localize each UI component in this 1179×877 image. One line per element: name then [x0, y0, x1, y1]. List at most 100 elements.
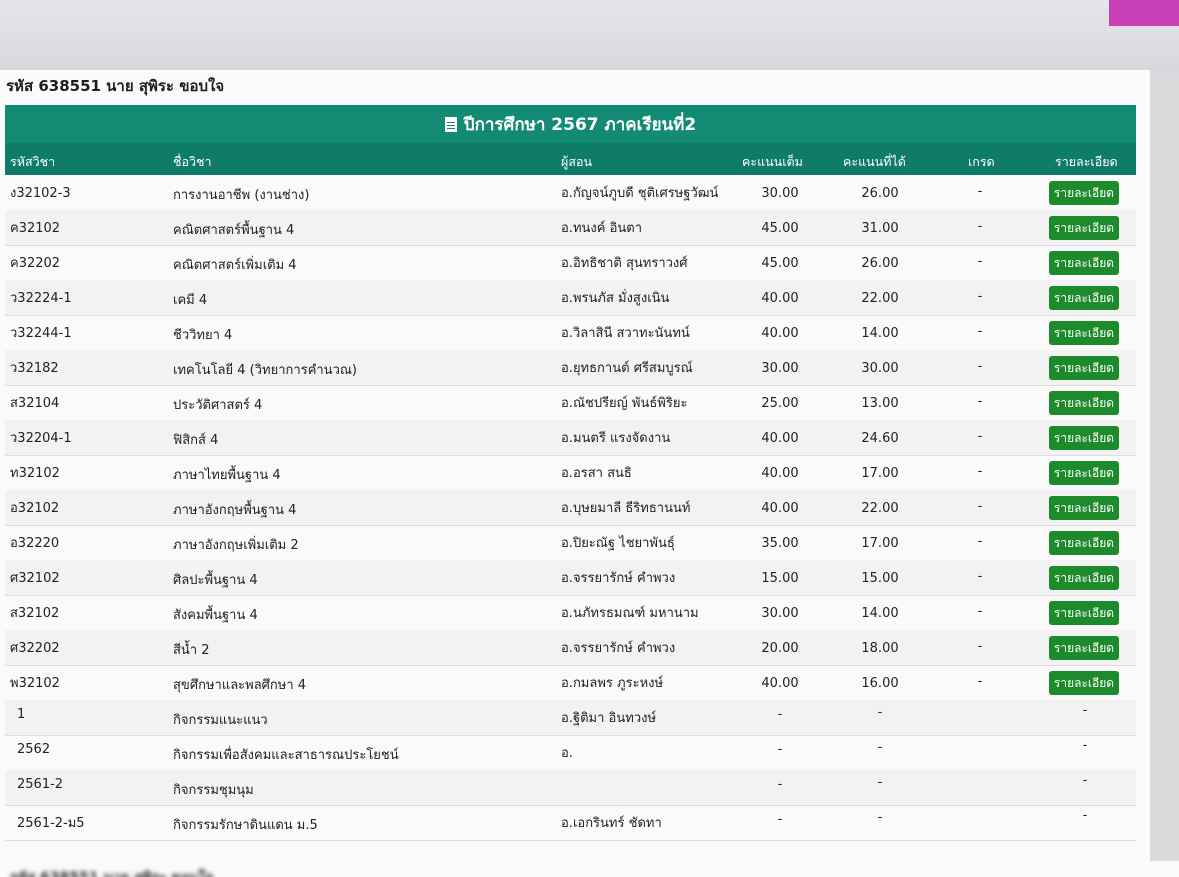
grade: -: [977, 254, 983, 269]
detail-button[interactable]: รายละเอียด: [1049, 321, 1119, 345]
teacher-name: อ.กมลพร ภูระหงษ์: [561, 676, 664, 691]
activity-name: กิจกรรมแนะแนว: [173, 713, 268, 728]
teacher-name: อ.อิทธิชาติ สุนทราวงศ์: [561, 256, 688, 271]
table-row: ว32204-1 ฟิสิกส์ 4 อ.มนตรี แรงจัดงาน 40.00 2…: [5, 420, 1136, 456]
earned-score: 26.00: [861, 186, 899, 201]
earned-score: 17.00: [861, 466, 899, 481]
document-icon: [444, 116, 457, 132]
full-score: -: [777, 742, 783, 757]
activity-row: 2562 กิจกรรมเพื่อสังคมและสาธารณประโยชน์ อ.…: [5, 735, 1136, 771]
earned-score: 13.00: [861, 396, 899, 411]
subject-name: ประวัติศาสตร์ 4: [173, 398, 263, 413]
detail-button[interactable]: รายละเอียด: [1049, 216, 1119, 240]
detail-button[interactable]: รายละเอียด: [1049, 391, 1119, 415]
teacher-name: อ.พรนภัส มั่งสูงเนิน: [561, 291, 670, 306]
table-row: อ32102 ภาษาอังกฤษพื้นฐาน 4 อ.บุษยมาลี ธีริ…: [5, 490, 1136, 526]
term-title: ปีการศึกษา 2567 ภาคเรียนที่2: [463, 114, 697, 135]
subject-code: ง32102-3: [10, 186, 71, 201]
earned-score: -: [877, 775, 883, 790]
detail-button[interactable]: รายละเอียด: [1049, 496, 1119, 520]
teacher-name: อ.ฐิติมา อินทวงษ์: [561, 711, 657, 726]
table-row: ศ32102 ศิลปะพื้นฐาน 4 อ.จรรยารักษ์ คำพวง 15…: [5, 560, 1136, 596]
detail-button[interactable]: รายละเอียด: [1049, 181, 1119, 205]
subject-code: ส32102: [10, 606, 60, 621]
earned-score: 14.00: [861, 326, 899, 341]
subject-code: ส32104: [10, 396, 60, 411]
earned-score: 24.60: [861, 431, 899, 446]
detail-button[interactable]: รายละเอียด: [1049, 671, 1119, 695]
grade: -: [977, 289, 983, 304]
activity-row: 1 กิจกรรมแนะแนว อ.ฐิติมา อินทวงษ์ - - -: [5, 700, 1136, 736]
col-score: คะแนนที่ได้: [843, 154, 906, 169]
grade: -: [977, 324, 983, 339]
full-score: 40.00: [761, 291, 799, 306]
earned-score: 22.00: [861, 501, 899, 516]
subject-code: ว32244-1: [10, 326, 72, 341]
table-header: รหัสวิชา ชื่อวิชา ผู้สอน คะแนนเต็ม คะแนน…: [5, 143, 1136, 175]
earned-score: 22.00: [861, 291, 899, 306]
full-score: 25.00: [761, 396, 799, 411]
full-score: 40.00: [761, 466, 799, 481]
detail-button[interactable]: รายละเอียด: [1049, 286, 1119, 310]
earned-score: 16.00: [861, 676, 899, 691]
activity-name: กิจกรรมเพื่อสังคมและสาธารณประโยชน์: [173, 748, 399, 763]
subject-name: ภาษาอังกฤษเพิ่มเติม 2: [173, 538, 299, 553]
subject-code: ศ32102: [10, 571, 60, 586]
subject-code: ว32204-1: [10, 431, 72, 446]
subject-name: คณิตศาสตร์เพิ่มเติม 4: [173, 258, 297, 273]
table-row: ง32102-3 การงานอาชีพ (งานช่าง) อ.กัญจน์ภูบ…: [5, 175, 1136, 211]
subject-name: เทคโนโลยี 4 (วิทยาการคำนวณ): [173, 363, 358, 378]
subject-name: ภาษาอังกฤษพื้นฐาน 4: [173, 503, 297, 518]
detail-button[interactable]: รายละเอียด: [1049, 531, 1119, 555]
table-row: ค32202 คณิตศาสตร์เพิ่มเติม 4 อ.อิทธิชาติ ส…: [5, 245, 1136, 281]
table-row: ศ32202 สีน้ำ 2 อ.จรรยารักษ์ คำพวง 20.00 18.0…: [5, 630, 1136, 666]
full-score: 40.00: [761, 326, 799, 341]
grade: -: [977, 429, 983, 444]
col-grade: เกรด: [968, 154, 995, 169]
col-full: คะแนนเต็ม: [742, 154, 803, 169]
detail-button[interactable]: รายละเอียด: [1049, 461, 1119, 485]
detail-button[interactable]: รายละเอียด: [1049, 251, 1119, 275]
top-right-accent: [1109, 0, 1179, 26]
col-detail: รายละเอียด: [1055, 154, 1118, 169]
grade: -: [1082, 808, 1088, 823]
full-score: -: [777, 777, 783, 792]
full-score: 30.00: [761, 606, 799, 621]
earned-score: 14.00: [861, 606, 899, 621]
earned-score: -: [877, 705, 883, 720]
detail-button[interactable]: รายละเอียด: [1049, 636, 1119, 660]
teacher-name: อ.จรรยารักษ์ คำพวง: [561, 571, 676, 586]
activity-code: 1: [17, 707, 26, 722]
detail-button[interactable]: รายละเอียด: [1049, 356, 1119, 380]
earned-score: 31.00: [861, 221, 899, 236]
table-row: ว32182 เทคโนโลยี 4 (วิทยาการคำนวณ) อ.ยุทธก…: [5, 350, 1136, 386]
subject-code: ท32102: [10, 466, 60, 481]
full-score: 45.00: [761, 256, 799, 271]
detail-button[interactable]: รายละเอียด: [1049, 426, 1119, 450]
activity-row: 2561-2 กิจกรรมชุมนุม - - -: [5, 770, 1136, 806]
subject-name: การงานอาชีพ (งานช่าง): [173, 188, 310, 203]
full-score: 30.00: [761, 186, 799, 201]
earned-score: -: [877, 810, 883, 825]
col-name: ชื่อวิชา: [173, 154, 212, 169]
subject-name: ศิลปะพื้นฐาน 4: [173, 573, 258, 588]
teacher-name: อ.บุษยมาลี ธีริทธานนท์: [561, 501, 691, 516]
grade: -: [977, 639, 983, 654]
full-score: -: [777, 812, 783, 827]
grade: -: [1082, 773, 1088, 788]
detail-button[interactable]: รายละเอียด: [1049, 566, 1119, 590]
full-score: 30.00: [761, 361, 799, 376]
subject-name: คณิตศาสตร์พื้นฐาน 4: [173, 223, 295, 238]
bottom-student-info: รหัส 638551 นาย สุพิระ ขอบใจ: [10, 867, 214, 877]
grade: -: [977, 359, 983, 374]
subject-name: สังคมพื้นฐาน 4: [173, 608, 258, 623]
subject-name: ฟิสิกส์ 4: [173, 433, 219, 448]
earned-score: 15.00: [861, 571, 899, 586]
subject-name: ชีววิทยา 4: [173, 328, 233, 343]
detail-button[interactable]: รายละเอียด: [1049, 601, 1119, 625]
subject-name: เคมี 4: [173, 293, 208, 308]
earned-score: 26.00: [861, 256, 899, 271]
earned-score: 18.00: [861, 641, 899, 656]
table-row: ส32104 ประวัติศาสตร์ 4 อ.ณัชปรียญ์ พันธ์พิ…: [5, 385, 1136, 421]
student-info: รหัส 638551 นาย สุพิระ ขอบใจ: [6, 77, 225, 95]
